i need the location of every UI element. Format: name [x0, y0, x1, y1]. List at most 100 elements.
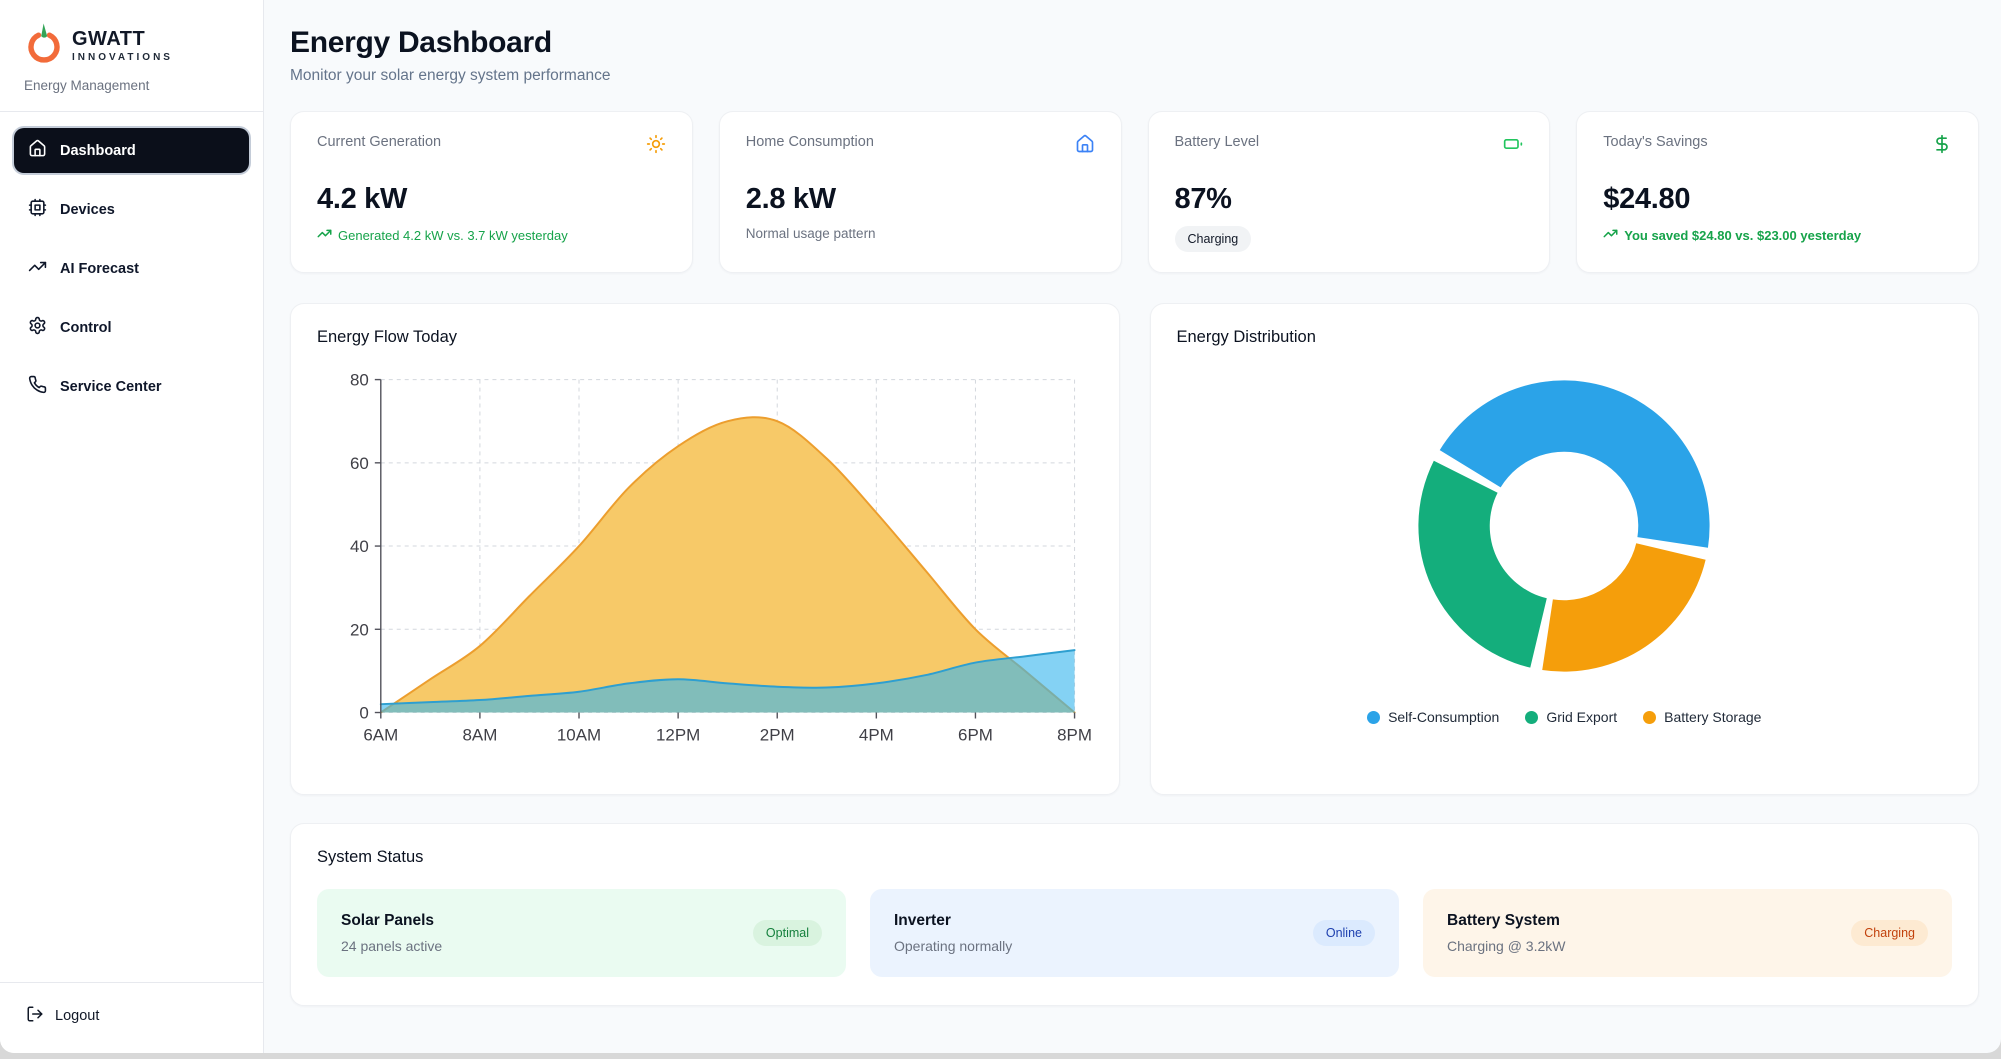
svg-text:4PM: 4PM [859, 725, 894, 744]
stat-card-home-consumption: Home Consumption 2.8 kW Normal usage pat… [719, 111, 1122, 273]
stat-card-todays-savings: Today's Savings $24.80 You saved $24.80 … [1576, 111, 1979, 273]
stat-trend-note: Generated 4.2 kW vs. 3.7 kW yesterday [317, 226, 666, 244]
logout-button[interactable]: Logout [14, 997, 111, 1035]
legend-label: Self-Consumption [1388, 709, 1499, 725]
svg-text:0: 0 [359, 703, 368, 722]
status-badge: Charging [1851, 920, 1928, 946]
sidebar-item-label: Control [60, 320, 112, 336]
svg-text:80: 80 [350, 371, 369, 390]
svg-text:6PM: 6PM [958, 725, 993, 744]
trending-up-icon [317, 226, 332, 244]
stat-card-current-generation: Current Generation 4.2 kW Generated 4.2 … [290, 111, 693, 273]
house-icon [1075, 134, 1095, 159]
logout-label: Logout [55, 1008, 99, 1024]
stat-value: 4.2 kW [317, 183, 666, 216]
stat-card-battery-level: Battery Level 87% Charging [1148, 111, 1551, 273]
status-badge: Online [1313, 920, 1375, 946]
sidebar-item-label: Dashboard [60, 143, 136, 159]
gear-icon [28, 316, 47, 339]
brand-logo-icon [24, 22, 64, 69]
status-name: Solar Panels [341, 912, 442, 930]
trending-up-icon [28, 257, 47, 280]
page-title: Energy Dashboard [290, 26, 1979, 60]
stat-value: $24.80 [1603, 183, 1952, 216]
svg-text:60: 60 [350, 454, 369, 473]
legend-item[interactable]: Self-Consumption [1367, 709, 1499, 725]
sidebar-item-label: Service Center [60, 379, 162, 395]
logout-icon [26, 1005, 44, 1027]
sidebar-nav: Dashboard Devices AI Forecast Control [14, 128, 249, 964]
svg-text:20: 20 [350, 620, 369, 639]
dollar-icon [1932, 134, 1952, 159]
trending-up-icon [1603, 226, 1618, 244]
status-detail: Charging @ 3.2kW [1447, 938, 1565, 954]
cpu-icon [28, 198, 47, 221]
legend-item[interactable]: Battery Storage [1643, 709, 1761, 725]
svg-text:40: 40 [350, 537, 369, 556]
stat-value: 87% [1175, 183, 1524, 216]
sidebar-divider [0, 982, 263, 983]
sidebar-item-control[interactable]: Control [14, 305, 249, 350]
battery-icon [1503, 134, 1523, 159]
sidebar-item-label: AI Forecast [60, 261, 139, 277]
stats-row: Current Generation 4.2 kW Generated 4.2 … [290, 111, 1979, 273]
stat-label: Today's Savings [1603, 134, 1707, 150]
chart-title: Energy Flow Today [317, 328, 1093, 347]
brand-subtitle: INNOVATIONS [72, 52, 173, 63]
sidebar-divider [0, 111, 263, 112]
phone-icon [28, 375, 47, 398]
sidebar-item-service-center[interactable]: Service Center [14, 364, 249, 409]
status-tile-inverter: Inverter Operating normally Online [870, 889, 1399, 977]
legend-dot [1525, 711, 1538, 724]
svg-text:12PM: 12PM [656, 725, 700, 744]
stat-note-text: You saved $24.80 vs. $23.00 yesterday [1624, 228, 1861, 243]
sidebar-footer: Logout [14, 964, 249, 1035]
home-icon [28, 139, 47, 162]
legend-label: Grid Export [1546, 709, 1617, 725]
status-tile-battery-system: Battery System Charging @ 3.2kW Charging [1423, 889, 1952, 977]
battery-status-badge: Charging [1175, 226, 1252, 252]
section-title: System Status [317, 848, 1952, 867]
app-window: GWATT INNOVATIONS Energy Management Dash… [0, 0, 2001, 1053]
stat-note-text: Normal usage pattern [746, 226, 876, 241]
sidebar-item-dashboard[interactable]: Dashboard [14, 128, 249, 173]
svg-text:8PM: 8PM [1057, 725, 1092, 744]
donut-legend: Self-Consumption Grid Export Battery Sto… [1177, 709, 1953, 725]
stat-label: Current Generation [317, 134, 441, 150]
svg-text:10AM: 10AM [557, 725, 601, 744]
svg-text:2PM: 2PM [760, 725, 795, 744]
energy-distribution-card: Energy Distribution Self-Consumption Gri… [1150, 303, 1980, 795]
energy-flow-card: Energy Flow Today 0 20 40 60 80 6AM 8AM 10AM 12P… [290, 303, 1120, 795]
status-name: Battery System [1447, 912, 1565, 930]
status-badge: Optimal [753, 920, 822, 946]
svg-text:6AM: 6AM [363, 725, 398, 744]
stat-value: 2.8 kW [746, 183, 1095, 216]
stat-note: Normal usage pattern [746, 226, 1095, 241]
energy-distribution-donut-chart [1399, 361, 1729, 691]
legend-label: Battery Storage [1664, 709, 1761, 725]
svg-text:8AM: 8AM [462, 725, 497, 744]
charts-row: Energy Flow Today 0 20 40 60 80 6AM 8AM 10AM 12P… [290, 303, 1979, 795]
main-content: Energy Dashboard Monitor your solar ener… [264, 0, 2001, 1053]
status-tile-solar-panels: Solar Panels 24 panels active Optimal [317, 889, 846, 977]
sidebar-item-devices[interactable]: Devices [14, 187, 249, 232]
sun-icon [646, 134, 666, 159]
status-detail: 24 panels active [341, 938, 442, 954]
legend-item[interactable]: Grid Export [1525, 709, 1617, 725]
stat-label: Battery Level [1175, 134, 1260, 150]
stat-trend-note: You saved $24.80 vs. $23.00 yesterday [1603, 226, 1952, 244]
system-status-card: System Status Solar Panels 24 panels act… [290, 823, 1979, 1006]
legend-dot [1643, 711, 1656, 724]
status-grid: Solar Panels 24 panels active Optimal In… [317, 889, 1952, 977]
sidebar-item-ai-forecast[interactable]: AI Forecast [14, 246, 249, 291]
status-name: Inverter [894, 912, 1012, 930]
energy-flow-area-chart: 0 20 40 60 80 6AM 8AM 10AM 12PM 2PM 4PM 6PM 8PM [317, 361, 1093, 765]
sidebar: GWATT INNOVATIONS Energy Management Dash… [0, 0, 264, 1053]
sidebar-item-label: Devices [60, 202, 115, 218]
brand: GWATT INNOVATIONS Energy Management [14, 22, 249, 93]
brand-name: GWATT [72, 29, 173, 49]
page-subtitle: Monitor your solar energy system perform… [290, 67, 1979, 85]
status-detail: Operating normally [894, 938, 1012, 954]
legend-dot [1367, 711, 1380, 724]
stat-note-text: Generated 4.2 kW vs. 3.7 kW yesterday [338, 228, 568, 243]
